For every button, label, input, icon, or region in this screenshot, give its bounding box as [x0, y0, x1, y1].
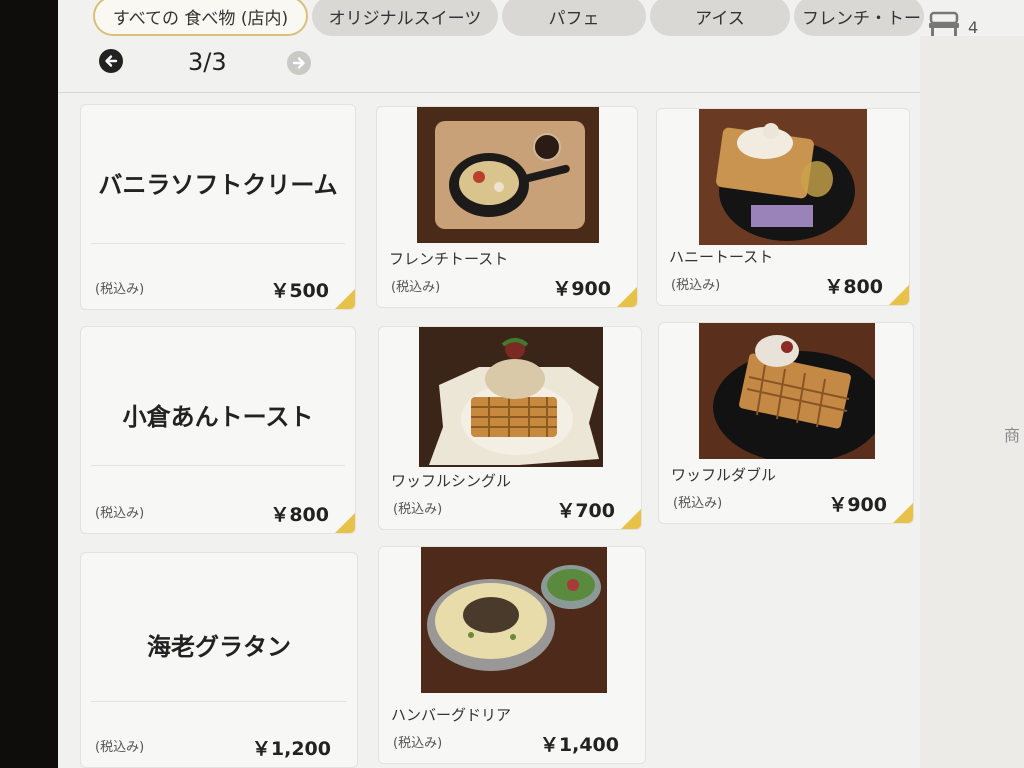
food-photo	[699, 323, 875, 459]
menu-item-card[interactable]: ハニートースト (税込み) ￥800	[656, 108, 910, 306]
arrow-right-icon	[292, 57, 305, 69]
food-photo	[419, 327, 603, 467]
corner-marker	[621, 509, 641, 529]
item-name: ワッフルシングル	[391, 472, 512, 490]
item-name: フレンチトースト	[389, 250, 509, 268]
tab-all-food[interactable]: すべての 食べ物 (店内)	[93, 0, 308, 36]
tab-original-sweets[interactable]: オリジナルスイーツ	[312, 0, 498, 36]
item-price: ￥700	[556, 500, 615, 522]
item-name: ハンバーグドリア	[391, 706, 512, 724]
card-divider	[91, 701, 347, 702]
tax-label: (税込み)	[95, 740, 145, 755]
item-price: ￥900	[552, 278, 611, 300]
item-name: 海老グラタン	[147, 633, 291, 661]
item-price: ￥1,400	[539, 734, 619, 756]
food-photo	[417, 107, 599, 243]
item-name: ワッフルダブル	[671, 466, 777, 484]
tax-label: (税込み)	[391, 280, 441, 295]
item-price: ￥800	[824, 276, 883, 298]
page-indicator: 3/3	[188, 48, 227, 76]
food-photo	[699, 109, 867, 245]
menu-item-card[interactable]: フレンチトースト (税込み) ￥900	[376, 106, 638, 308]
food-photo	[421, 547, 607, 693]
item-price: ￥900	[828, 494, 887, 516]
seat-icon	[929, 11, 959, 36]
item-name: 小倉あんトースト	[122, 403, 314, 431]
item-name: バニラソフトクリーム	[98, 171, 338, 199]
tax-label: (税込み)	[95, 506, 145, 521]
tax-label: (税込み)	[673, 496, 723, 511]
pager: 3/3	[58, 40, 918, 90]
menu-item-card[interactable]: ワッフルシングル (税込み) ￥700	[378, 326, 642, 530]
corner-marker	[893, 503, 913, 523]
cart-count: 4	[968, 18, 979, 37]
card-divider	[91, 465, 345, 466]
next-page-button[interactable]	[287, 51, 311, 75]
item-name: ハニートースト	[669, 248, 774, 266]
tax-label: (税込み)	[393, 736, 443, 751]
right-side-panel	[920, 36, 1024, 768]
menu-item-card[interactable]: ハンバーグドリア (税込み) ￥1,400	[378, 546, 646, 764]
tab-french-toast[interactable]: フレンチ・トー	[794, 0, 924, 36]
menu-screen: すべての 食べ物 (店内) オリジナルスイーツ パフェ アイス フレンチ・トー …	[58, 0, 1024, 768]
tax-label: (税込み)	[95, 282, 145, 297]
cart-button[interactable]: 4	[924, 6, 1024, 42]
menu-item-card[interactable]: バニラソフトクリーム (税込み) ￥500	[80, 104, 356, 310]
item-price: ￥1,200	[251, 738, 331, 760]
side-panel-label: 商	[1004, 426, 1021, 445]
menu-item-card[interactable]: ワッフルダブル (税込み) ￥900	[658, 322, 914, 524]
corner-marker	[617, 287, 637, 307]
menu-item-card[interactable]: 海老グラタン (税込み) ￥1,200	[80, 552, 358, 768]
category-tab-bar: すべての 食べ物 (店内) オリジナルスイーツ パフェ アイス フレンチ・トー	[58, 0, 1024, 38]
tax-label: (税込み)	[671, 278, 721, 293]
tab-parfait[interactable]: パフェ	[502, 0, 646, 36]
arrow-left-icon	[105, 55, 118, 67]
tax-label: (税込み)	[393, 502, 443, 517]
tab-ice[interactable]: アイス	[650, 0, 790, 36]
prev-page-button[interactable]	[99, 49, 123, 73]
corner-marker	[335, 289, 355, 309]
item-price: ￥800	[270, 504, 329, 526]
menu-item-card[interactable]: 小倉あんトースト (税込み) ￥800	[80, 326, 356, 534]
item-price: ￥500	[270, 280, 329, 302]
card-divider	[91, 243, 345, 244]
header-divider	[58, 92, 920, 93]
corner-marker	[889, 285, 909, 305]
corner-marker	[335, 513, 355, 533]
